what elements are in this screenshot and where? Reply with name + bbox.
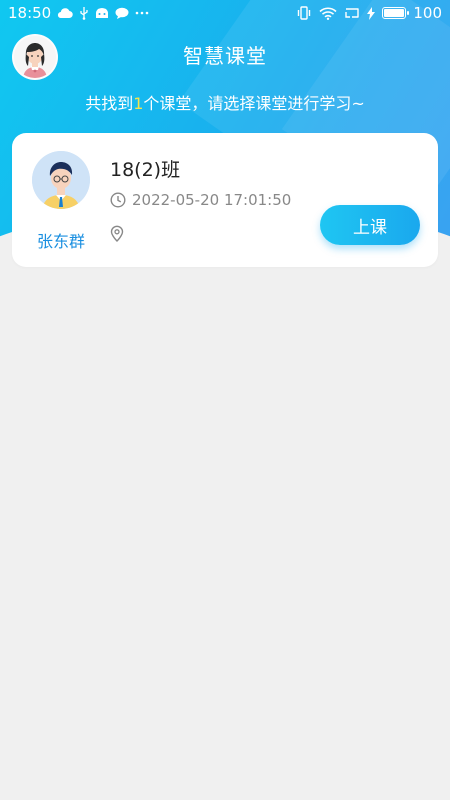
cloud-icon xyxy=(57,7,73,19)
battery-level: 100 xyxy=(413,4,442,22)
more-dots-icon xyxy=(135,11,149,15)
teacher-name: 张东群 xyxy=(36,232,85,251)
teacher-avatar xyxy=(32,151,90,209)
male-teacher-avatar-icon xyxy=(32,151,90,209)
charging-icon xyxy=(367,6,376,20)
class-location-row xyxy=(110,225,130,242)
vibrate-icon xyxy=(296,6,312,20)
classroom-count-text: 共找到1个课堂，请选择课堂进行学习~ xyxy=(0,90,450,114)
usb-icon xyxy=(79,6,89,20)
app-screen: 18:50 100 智慧课堂 共找到1个课堂，请选择课堂进行学习~ 张东群 18… xyxy=(0,0,450,800)
screen-cast-icon xyxy=(344,7,360,19)
class-time-row: 2022-05-20 17:01:50 xyxy=(110,191,291,209)
page-title: 智慧课堂 xyxy=(183,44,267,68)
android-icon xyxy=(95,7,109,19)
subtitle-prefix: 共找到 xyxy=(85,94,134,113)
status-time: 18:50 xyxy=(8,4,52,22)
message-icon xyxy=(115,7,129,19)
clock-icon xyxy=(110,192,126,208)
location-pin-icon xyxy=(110,225,124,242)
battery-icon xyxy=(382,7,410,19)
wifi-icon xyxy=(319,7,337,20)
classroom-card[interactable]: 张东群 18(2)班 2022-05-20 17:01:50 上课 xyxy=(12,133,438,267)
class-name: 18(2)班 xyxy=(110,159,181,181)
start-class-button[interactable]: 上课 xyxy=(320,205,420,245)
status-bar: 18:50 100 xyxy=(0,0,450,26)
classroom-count: 1 xyxy=(133,94,144,113)
subtitle-suffix: 个课堂，请选择课堂进行学习~ xyxy=(143,94,365,113)
class-time: 2022-05-20 17:01:50 xyxy=(132,191,292,209)
